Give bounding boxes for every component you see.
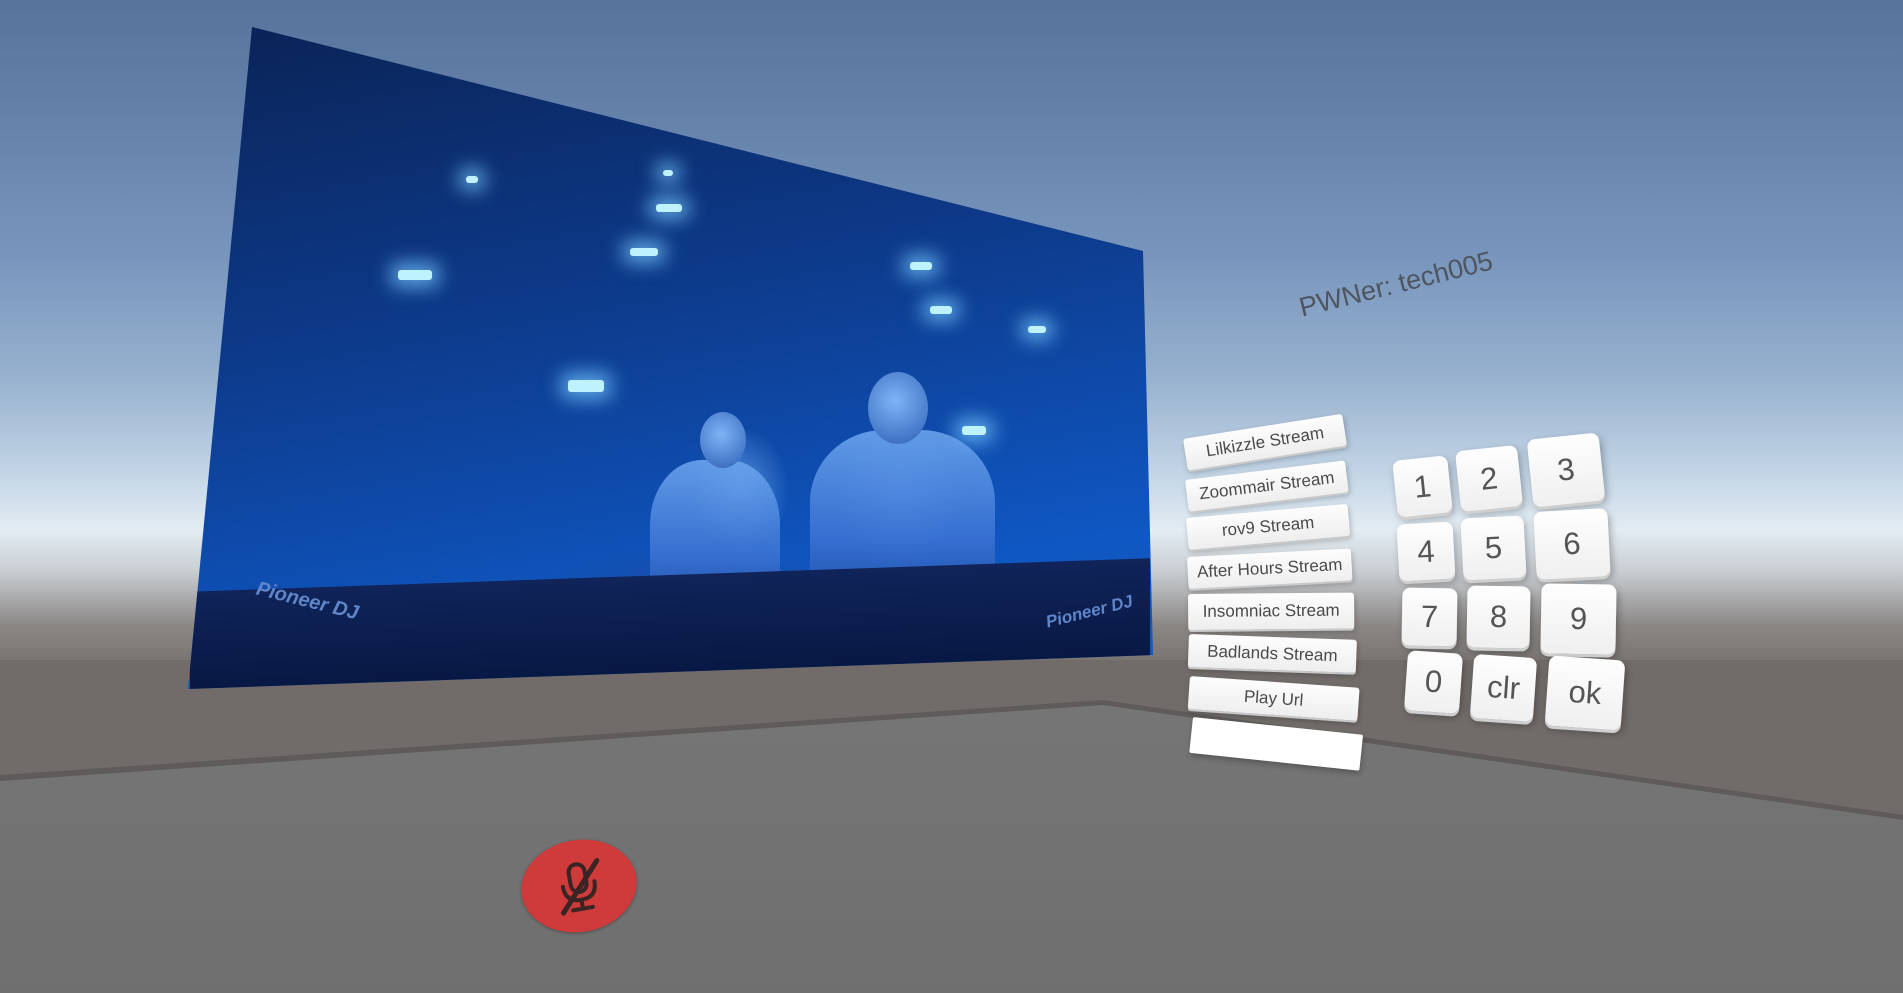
stage-light (663, 170, 673, 176)
stage-light (630, 248, 658, 256)
stage-light (962, 426, 986, 435)
stage-light (398, 270, 432, 280)
stage-light (1028, 326, 1046, 333)
keypad-key-7[interactable]: 7 (1401, 587, 1458, 647)
keypad-key-6[interactable]: 6 (1533, 508, 1611, 580)
keypad-key-0[interactable]: 0 (1403, 650, 1464, 714)
keypad-key-9[interactable]: 9 (1540, 583, 1617, 655)
stage-light (656, 204, 682, 212)
vr-scene: Pioneer DJ Pioneer DJ PWNer: tech005 Lil… (0, 0, 1903, 993)
stream-button-badlands[interactable]: Badlands Stream (1187, 634, 1357, 673)
dj-left-head (700, 412, 746, 468)
keypad-key-1[interactable]: 1 (1392, 455, 1453, 518)
keypad-key-4[interactable]: 4 (1396, 521, 1456, 582)
stage-light (568, 380, 604, 392)
keypad-key-ok[interactable]: ok (1544, 655, 1626, 731)
keypad-key-5[interactable]: 5 (1460, 515, 1527, 581)
microphone-muted-icon (560, 858, 600, 916)
keypad-key-3[interactable]: 3 (1526, 432, 1606, 508)
stream-button-insomniac[interactable]: Insomniac Stream (1188, 592, 1355, 630)
stage-light (466, 176, 478, 183)
keypad-key-clr[interactable]: clr (1469, 653, 1538, 723)
keypad-key-8[interactable]: 8 (1466, 585, 1531, 649)
stage-light (930, 306, 952, 314)
stage-light (910, 262, 932, 270)
dj-right-head (868, 372, 928, 444)
keypad-key-2[interactable]: 2 (1454, 444, 1524, 513)
